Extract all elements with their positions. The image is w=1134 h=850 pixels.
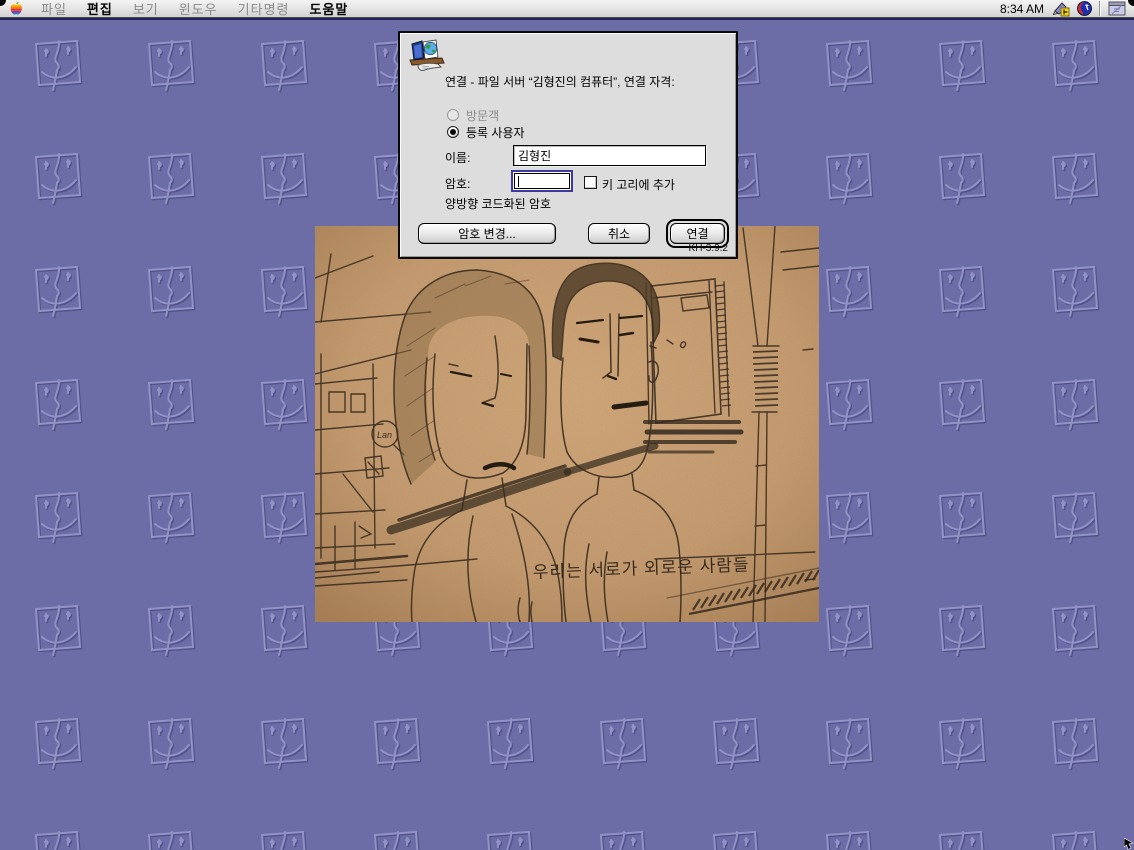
name-label: 이름: — [445, 149, 470, 166]
finder-face-watermark — [817, 371, 879, 433]
password-label: 암호: — [445, 175, 470, 192]
password-input-focus-ring — [511, 170, 573, 192]
finder-face-watermark — [930, 823, 992, 850]
dialog-title: 연결 - 파일 서버 “김형진의 컴퓨터”, 연결 자격: — [445, 73, 735, 90]
finder-face-watermark — [591, 710, 653, 772]
finder-face-watermark — [139, 597, 201, 659]
menu-edit[interactable]: 편집 — [77, 0, 123, 18]
finder-face-watermark — [252, 258, 314, 320]
finder-face-watermark — [26, 484, 88, 546]
finder-face-watermark — [26, 258, 88, 320]
finder-face-watermark — [817, 597, 879, 659]
password-input[interactable] — [514, 173, 570, 189]
application-menu-icon[interactable] — [1108, 1, 1126, 16]
finder-face-watermark — [1043, 597, 1105, 659]
menu-view[interactable]: 보기 — [123, 0, 169, 18]
guest-radio-row[interactable]: 방문객 — [447, 108, 499, 122]
speech-bubble-text: Lan — [377, 430, 392, 440]
file-server-icon — [408, 38, 446, 72]
registered-user-radio[interactable] — [447, 126, 459, 138]
finder-face-watermark — [704, 710, 766, 772]
menu-help[interactable]: 도움말 — [300, 0, 359, 18]
finder-face-watermark — [252, 484, 314, 546]
finder-face-watermark — [139, 710, 201, 772]
finder-face-watermark — [252, 145, 314, 207]
finder-face-watermark — [817, 32, 879, 94]
input-method-pencil-icon[interactable] — [1051, 1, 1070, 17]
guest-radio[interactable] — [447, 109, 459, 121]
status-globe-icon[interactable] — [1077, 1, 1092, 16]
finder-face-watermark — [26, 371, 88, 433]
finder-face-watermark — [252, 710, 314, 772]
finder-face-watermark — [930, 597, 992, 659]
finder-face-watermark — [817, 145, 879, 207]
finder-face-watermark — [1043, 823, 1105, 850]
finder-face-watermark — [930, 32, 992, 94]
menu-bar-separator — [1099, 1, 1101, 16]
finder-face-watermark — [26, 823, 88, 850]
apple-logo-icon — [10, 1, 23, 16]
finder-face-watermark — [930, 258, 992, 320]
finder-face-watermark — [817, 484, 879, 546]
menu-bar: 파일 편집 보기 윈도우 기타명령 도움말 8:34 AM — [0, 0, 1134, 18]
finder-face-watermark — [26, 145, 88, 207]
finder-face-watermark — [1043, 371, 1105, 433]
finder-face-watermark — [1043, 484, 1105, 546]
menu-other-commands[interactable]: 기타명령 — [228, 0, 300, 18]
name-input[interactable] — [513, 145, 706, 166]
finder-face-watermark — [817, 710, 879, 772]
registered-user-radio-row[interactable]: 등록 사용자 — [447, 125, 525, 139]
finder-face-watermark — [930, 145, 992, 207]
finder-face-watermark — [930, 484, 992, 546]
add-to-keychain-checkbox[interactable] — [584, 176, 597, 189]
cancel-button[interactable]: 취소 — [588, 223, 650, 244]
version-label: KH-3.9.2 — [689, 243, 728, 254]
desktop-picture-sketch: Lan 우리는 서로가 외로운 사람들 — [315, 226, 819, 622]
finder-face-watermark — [252, 32, 314, 94]
finder-face-watermark — [139, 32, 201, 94]
menu-bar-clock[interactable]: 8:34 AM — [1000, 2, 1044, 16]
finder-face-watermark — [139, 484, 201, 546]
change-password-button[interactable]: 암호 변경... — [418, 223, 556, 244]
finder-face-watermark — [1043, 710, 1105, 772]
finder-face-watermark — [591, 823, 653, 850]
menu-file[interactable]: 파일 — [31, 0, 77, 18]
connect-to-server-dialog: 연결 - 파일 서버 “김형진의 컴퓨터”, 연결 자격: 방문객 등록 사용자… — [398, 31, 738, 259]
text-caret — [518, 176, 519, 187]
finder-face-watermark — [1043, 258, 1105, 320]
finder-face-watermark — [930, 371, 992, 433]
finder-face-watermark — [930, 710, 992, 772]
encryption-note: 양방향 코드화된 암호 — [445, 195, 551, 212]
finder-face-watermark — [365, 710, 427, 772]
finder-face-watermark — [817, 258, 879, 320]
finder-face-watermark — [817, 823, 879, 850]
finder-face-watermark — [252, 597, 314, 659]
finder-face-watermark — [252, 371, 314, 433]
finder-face-watermark — [26, 710, 88, 772]
guest-radio-label: 방문객 — [466, 107, 499, 124]
finder-face-watermark — [26, 597, 88, 659]
finder-face-watermark — [252, 823, 314, 850]
registered-user-radio-label: 등록 사용자 — [466, 124, 525, 141]
mouse-cursor — [1124, 838, 1134, 850]
finder-face-watermark — [478, 823, 540, 850]
finder-face-watermark — [139, 823, 201, 850]
finder-face-watermark — [26, 32, 88, 94]
finder-face-watermark — [139, 258, 201, 320]
add-to-keychain-label: 키 고리에 추가 — [602, 176, 675, 193]
finder-face-watermark — [365, 823, 427, 850]
finder-face-watermark — [1043, 145, 1105, 207]
finder-face-watermark — [139, 145, 201, 207]
finder-face-watermark — [1043, 32, 1105, 94]
finder-face-watermark — [704, 823, 766, 850]
connect-button[interactable]: 연결 — [670, 223, 725, 244]
finder-face-watermark — [139, 371, 201, 433]
menu-window[interactable]: 윈도우 — [169, 0, 228, 18]
finder-face-watermark — [478, 710, 540, 772]
